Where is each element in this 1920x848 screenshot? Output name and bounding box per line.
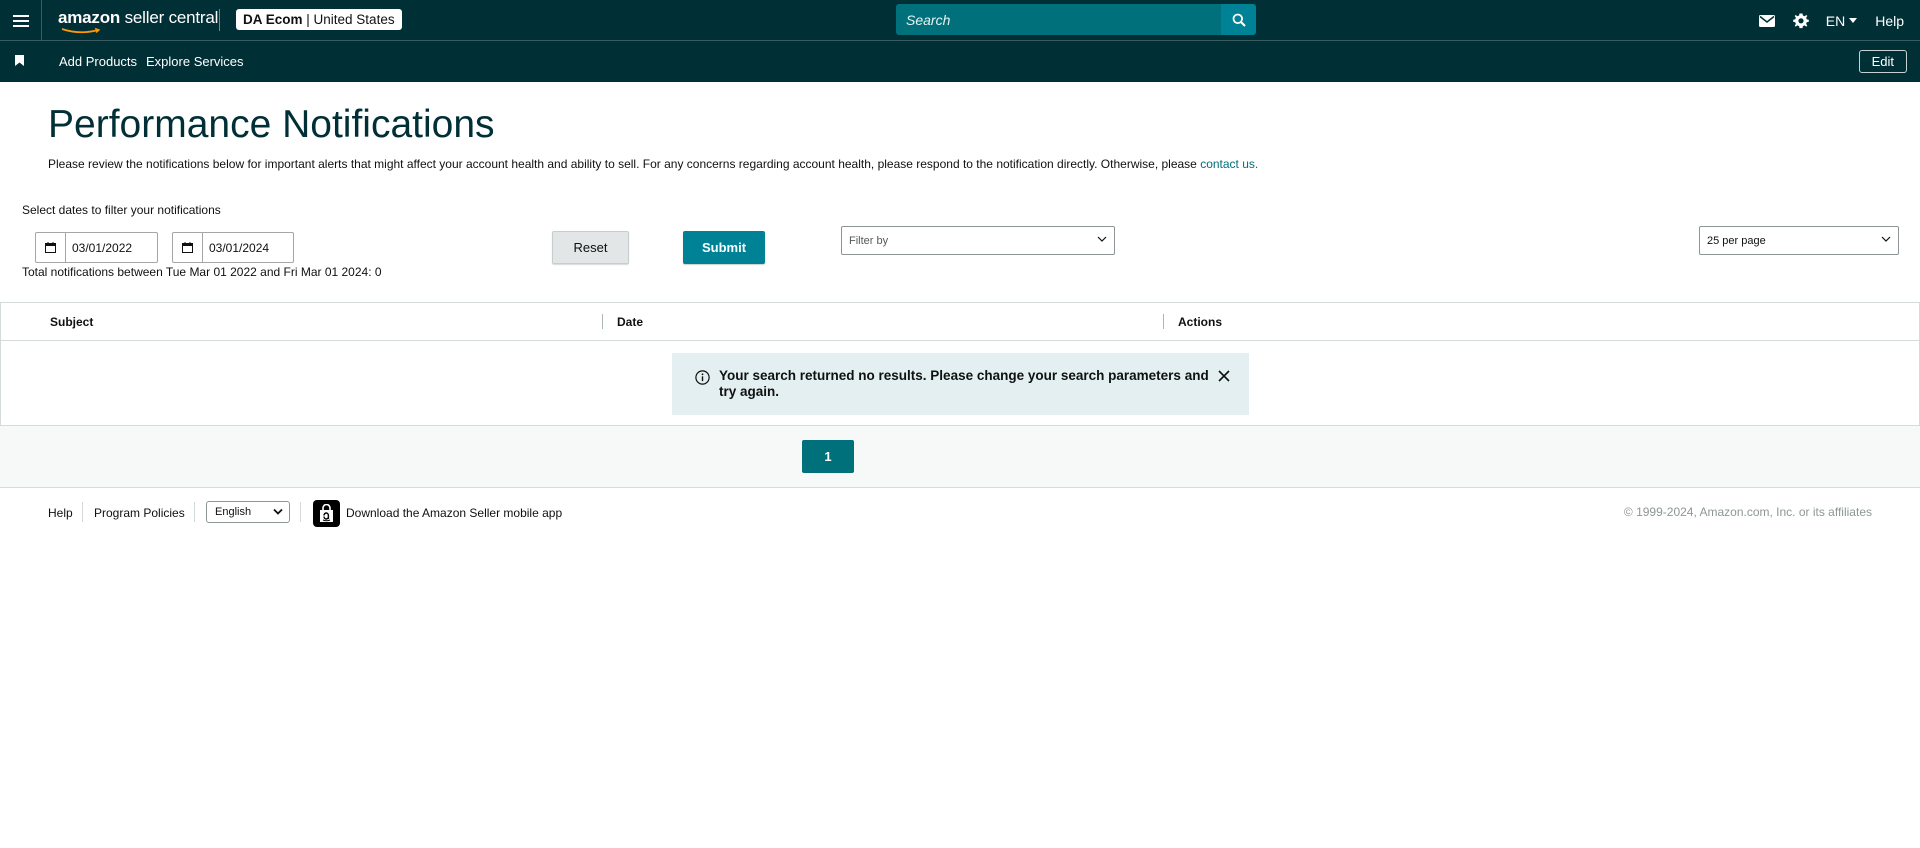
messages-button[interactable] (1750, 0, 1784, 41)
close-icon[interactable] (1218, 370, 1230, 382)
search-bar (896, 4, 1256, 35)
seller-app-badge[interactable] (313, 500, 340, 527)
gear-icon (1792, 13, 1809, 28)
no-results-message: Your search returned no results. Please … (719, 368, 1209, 399)
footer-language-value: English (215, 506, 252, 518)
calendar-icon (182, 242, 193, 253)
end-date-input[interactable] (203, 233, 293, 262)
chevron-down-icon (1097, 236, 1107, 242)
caret-down-icon (1849, 18, 1858, 23)
end-date-calendar-button[interactable] (173, 233, 203, 262)
column-header-date[interactable]: Date (617, 315, 643, 329)
chevron-down-icon (273, 508, 283, 515)
nav-add-products[interactable]: Add Products (59, 54, 137, 69)
filter-by-placeholder: Filter by (849, 234, 889, 247)
footer: Help Program Policies English Download t… (0, 496, 1920, 532)
total-notifications-count: Total notifications between Tue Mar 01 2… (22, 265, 382, 279)
page-intro: Please review the notifications below fo… (48, 157, 1258, 171)
top-header: amazon seller central DA Ecom | United S… (0, 0, 1920, 41)
footer-language-select[interactable]: English (206, 501, 290, 523)
logo-brand: amazon (58, 8, 121, 27)
footer-program-policies-link[interactable]: Program Policies (94, 506, 185, 520)
footer-help-link[interactable]: Help (48, 506, 73, 520)
language-menu[interactable]: EN (1825, 12, 1858, 29)
column-separator (1163, 314, 1164, 329)
header-actions: EN Help (1750, 0, 1904, 41)
per-page-value: 25 per page (1707, 234, 1766, 247)
nav-explore-services[interactable]: Explore Services (146, 54, 244, 69)
search-input[interactable] (896, 4, 1221, 35)
amazon-smile-icon (61, 28, 101, 34)
column-separator (602, 314, 603, 329)
header-divider (219, 9, 220, 31)
notifications-table: Subject Date Actions Your search returne… (0, 302, 1920, 426)
footer-separator (82, 502, 83, 522)
footer-app-download-link[interactable]: Download the Amazon Seller mobile app (346, 506, 562, 520)
info-icon (695, 370, 710, 385)
calendar-icon (45, 242, 56, 253)
account-switcher[interactable]: DA Ecom | United States (236, 9, 402, 30)
language-code: EN (1825, 12, 1846, 29)
footer-separator (300, 502, 301, 522)
edit-nav-button[interactable]: Edit (1858, 50, 1907, 73)
pagination: 1 (0, 426, 1920, 488)
settings-button[interactable] (1784, 0, 1818, 41)
search-icon (1232, 13, 1246, 27)
mail-icon (1758, 14, 1775, 27)
amazon-app-icon (320, 504, 333, 522)
page-title: Performance Notifications (48, 103, 495, 146)
no-results-alert: Your search returned no results. Please … (672, 353, 1249, 415)
intro-text: Please review the notifications below fo… (48, 157, 1201, 171)
search-button[interactable] (1221, 4, 1256, 35)
start-date-field (35, 232, 158, 263)
start-date-input[interactable] (66, 233, 156, 262)
secondary-nav: Add Products Explore Services Edit (0, 41, 1920, 82)
menu-button[interactable] (0, 0, 42, 41)
account-name: DA Ecom (243, 12, 303, 27)
help-link[interactable]: Help (1875, 13, 1904, 29)
account-separator: | (302, 12, 314, 27)
footer-copyright: © 1999-2024, Amazon.com, Inc. or its aff… (1623, 505, 1872, 519)
contact-us-link[interactable]: contact us. (1200, 157, 1258, 171)
filter-by-select[interactable]: Filter by (841, 226, 1115, 255)
table-header: Subject Date Actions (1, 303, 1919, 341)
footer-separator (194, 502, 195, 522)
submit-button[interactable]: Submit (683, 231, 765, 264)
per-page-select[interactable]: 25 per page (1699, 226, 1899, 255)
date-filter-caption: Select dates to filter your notification… (22, 203, 221, 217)
chevron-down-icon (1881, 236, 1891, 242)
seller-central-logo[interactable]: amazon seller central (58, 8, 219, 34)
reset-button[interactable]: Reset (552, 231, 629, 264)
bookmark-icon[interactable] (15, 55, 24, 66)
start-date-calendar-button[interactable] (36, 233, 66, 262)
account-region: United States (313, 12, 395, 27)
column-header-actions: Actions (1178, 315, 1223, 329)
page-button-current[interactable]: 1 (802, 440, 854, 473)
menu-icon (12, 14, 29, 27)
logo-product: seller central (120, 8, 219, 27)
end-date-field (172, 232, 294, 263)
column-header-subject[interactable]: Subject (50, 315, 93, 329)
